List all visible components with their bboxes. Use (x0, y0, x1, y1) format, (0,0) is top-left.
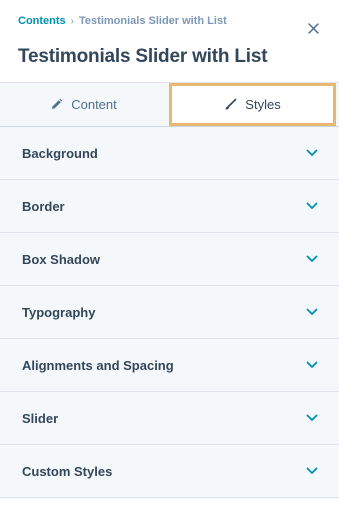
breadcrumb: Contents › Testimonials Slider with List (18, 15, 227, 27)
close-icon (307, 22, 319, 34)
section-slider[interactable]: Slider (0, 392, 339, 445)
section-label: Background (22, 145, 98, 161)
tab-styles-label: Styles (245, 97, 281, 112)
tab-bar: Content Styles (0, 83, 339, 127)
section-label: Typography (22, 304, 96, 320)
tab-styles[interactable]: Styles (169, 83, 336, 126)
section-label: Border (22, 198, 65, 214)
sidebar-panel: Contents › Testimonials Slider with List… (0, 0, 339, 512)
section-box-shadow[interactable]: Box Shadow (0, 233, 339, 286)
brush-icon (225, 98, 237, 110)
page-title: Testimonials Slider with List (18, 46, 268, 67)
close-button[interactable] (303, 18, 323, 38)
chevron-down-icon (305, 305, 319, 319)
style-sections-list: Background Border Box Shadow Typography … (0, 127, 339, 498)
chevron-down-icon (305, 252, 319, 266)
pencil-icon (52, 98, 63, 109)
breadcrumb-contents-link[interactable]: Contents (18, 15, 66, 27)
section-custom-styles[interactable]: Custom Styles (0, 445, 339, 498)
tab-content-label: Content (71, 97, 117, 112)
section-label: Slider (22, 410, 59, 426)
breadcrumb-current: Testimonials Slider with List (79, 15, 227, 27)
breadcrumb-separator: › (70, 15, 75, 27)
chevron-down-icon (305, 464, 319, 478)
section-border[interactable]: Border (0, 180, 339, 233)
panel-header: Contents › Testimonials Slider with List… (0, 0, 339, 83)
section-alignments-and-spacing[interactable]: Alignments and Spacing (0, 339, 339, 392)
section-label: Custom Styles (22, 463, 113, 479)
chevron-down-icon (305, 146, 319, 160)
chevron-down-icon (305, 199, 319, 213)
section-label: Box Shadow (22, 251, 101, 267)
chevron-down-icon (305, 358, 319, 372)
tab-content[interactable]: Content (0, 83, 167, 126)
section-label: Alignments and Spacing (22, 357, 174, 373)
section-typography[interactable]: Typography (0, 286, 339, 339)
section-background[interactable]: Background (0, 127, 339, 180)
chevron-down-icon (305, 411, 319, 425)
